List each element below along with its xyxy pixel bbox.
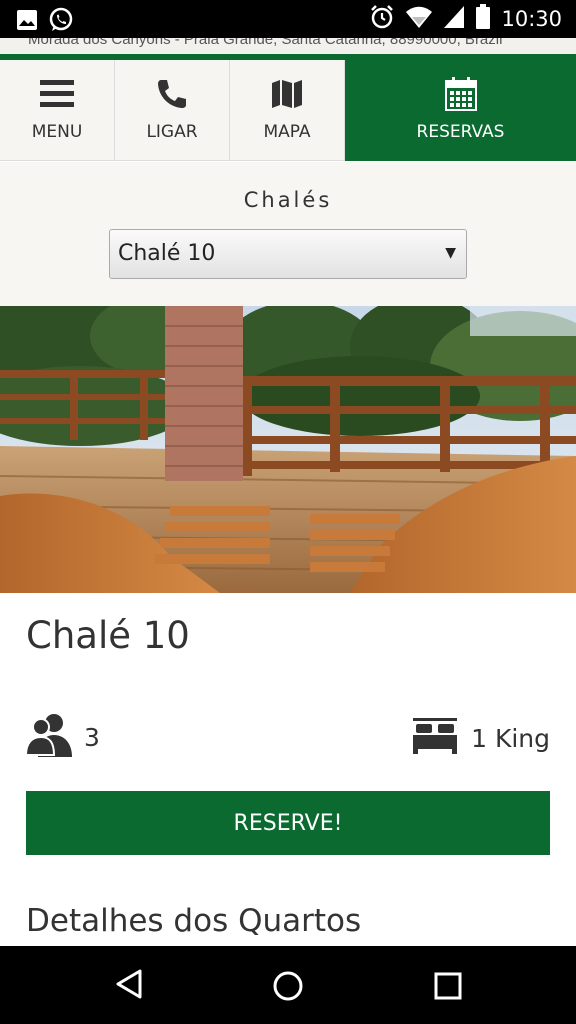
clock-time: 10:30 <box>501 7 562 31</box>
nav-item-label: RESERVAS <box>416 122 505 142</box>
status-bar: 10:30 <box>0 0 576 38</box>
nav-item-mapa[interactable]: MAPA <box>230 60 345 161</box>
battery-icon <box>475 4 491 34</box>
room-title: Chalé 10 <box>26 614 190 657</box>
alarm-icon <box>369 4 395 34</box>
map-icon <box>271 74 303 114</box>
image-icon <box>16 9 38 35</box>
whatsapp-icon <box>48 7 74 37</box>
guests-icon <box>24 713 72 761</box>
chalet-selector-label: Chalés <box>243 188 333 212</box>
main-nav: MENU LIGAR MAPA RESERVAS <box>0 60 576 161</box>
reserve-button[interactable]: RESERVE! <box>26 791 550 855</box>
chalet-select-value: Chalé 10 <box>118 241 216 266</box>
bed-info: 1 King <box>413 718 550 758</box>
nav-item-label: MENU <box>31 122 83 142</box>
nav-item-ligar[interactable]: LIGAR <box>115 60 230 161</box>
nav-item-menu[interactable]: MENU <box>0 60 115 161</box>
back-icon[interactable] <box>114 968 144 1004</box>
menu-icon <box>40 74 74 114</box>
address-text: Morada dos Canyons - Praia Grande, Santa… <box>28 38 503 48</box>
bed-type: 1 King <box>471 723 550 753</box>
calendar-icon <box>444 74 477 114</box>
guest-capacity: 3 <box>24 713 100 761</box>
bed-icon <box>413 718 458 758</box>
guest-count: 3 <box>84 722 100 752</box>
room-details-heading: Detalhes dos Quartos <box>26 903 362 939</box>
chalet-selector-section: Chalés Chalé 10 ▼ <box>0 162 576 306</box>
nav-item-reservas[interactable]: RESERVAS <box>345 60 576 161</box>
dropdown-arrow-icon: ▼ <box>445 245 456 261</box>
recents-icon[interactable] <box>434 972 462 1004</box>
phone-icon <box>156 74 188 114</box>
signal-icon <box>443 5 465 33</box>
home-icon[interactable] <box>272 970 304 1006</box>
address-bar: Morada dos Canyons - Praia Grande, Santa… <box>0 38 576 54</box>
nav-item-label: LIGAR <box>146 122 198 142</box>
nav-item-label: MAPA <box>263 122 311 142</box>
chalet-photo <box>0 306 576 593</box>
chalet-select[interactable]: Chalé 10 ▼ <box>109 229 467 279</box>
wifi-icon <box>405 5 433 33</box>
system-nav-bar <box>0 946 576 1024</box>
